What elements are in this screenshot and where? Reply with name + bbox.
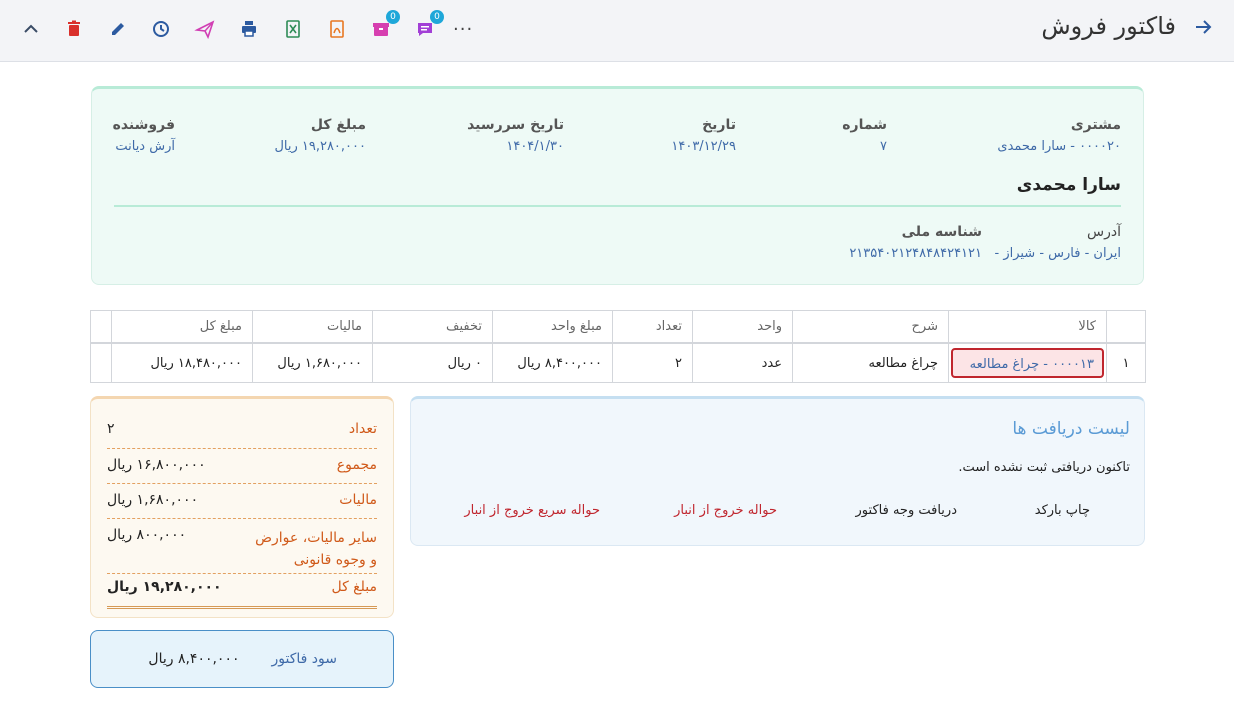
due-date-value: ۱۴۰۴/۱/۳۰ xyxy=(506,139,564,154)
tax-label: مالیات xyxy=(339,492,377,508)
total-label: مبلغ کل xyxy=(310,117,366,133)
other-label: سایر مالیات، عوارض و وجوه قانونی xyxy=(255,530,377,568)
address-label: آدرس xyxy=(1087,224,1121,240)
count-value: ۲ xyxy=(107,421,115,437)
totals-row-sum: مجموع ۱۶,۸۰۰,۰۰۰ ریال xyxy=(107,457,377,484)
invoice-header-card: مشتری ۰۰۰۰۲۰ - سارا محمدی شماره ۷ تاریخ … xyxy=(91,86,1144,285)
profit-card: سود فاکتور ۸,۴۰۰,۰۰۰ ریال xyxy=(90,630,394,688)
row-index: ۱ xyxy=(1106,342,1146,383)
description-cell: چراغ مطالعه xyxy=(792,342,949,383)
seller-label: فروشنده xyxy=(112,117,175,133)
column-header xyxy=(90,310,112,344)
pdf-icon[interactable] xyxy=(326,18,348,40)
more-button[interactable]: ... xyxy=(453,14,473,35)
column-header xyxy=(1106,310,1146,344)
number-label: شماره xyxy=(842,117,887,133)
customer-link[interactable]: ۰۰۰۰۲۰ - سارا محمدی xyxy=(997,139,1121,154)
table-row: ۱ ۰۰۰۰۱۳ - چراغ مطالعه چراغ مطالعه عدد ۲… xyxy=(90,342,1146,383)
discount-cell: ۰ ریال xyxy=(372,342,493,383)
column-header-unit-price: مبلغ واحد xyxy=(492,310,613,344)
page-title: فاکتور فروش xyxy=(1041,12,1176,40)
customer-field: مشتری ۰۰۰۰۲۰ - سارا محمدی xyxy=(997,117,1121,154)
receipts-card: لیست دریافت ها تاکنون دریافتی ثبت نشده ا… xyxy=(410,396,1145,546)
unit-cell: عدد xyxy=(692,342,793,383)
qty-cell: ۲ xyxy=(612,342,693,383)
receipts-title: لیست دریافت ها xyxy=(1012,419,1130,439)
number-field: شماره ۷ xyxy=(842,117,887,154)
tax-cell: ۱,۶۸۰,۰۰۰ ریال xyxy=(252,342,373,383)
header-divider xyxy=(114,205,1121,207)
warehouse-exit-link[interactable]: حواله خروج از انبار xyxy=(674,503,777,518)
history-icon[interactable] xyxy=(150,18,172,40)
sum-value: ۱۶,۸۰۰,۰۰۰ ریال xyxy=(107,457,206,473)
column-header-description: شرح xyxy=(792,310,949,344)
total-cell: ۱۸,۴۸۰,۰۰۰ ریال xyxy=(111,342,253,383)
profit-value: ۸,۴۰۰,۰۰۰ ریال xyxy=(148,651,240,667)
column-header-goods: کالا xyxy=(948,310,1107,344)
collapse-up-icon[interactable] xyxy=(20,18,42,40)
address-value: ایران - فارس - شیراز - xyxy=(994,246,1122,261)
date-field: تاریخ ۱۴۰۳/۱۲/۲۹ xyxy=(671,117,736,154)
message-icon[interactable]: 0 xyxy=(414,10,444,40)
edit-icon[interactable] xyxy=(107,18,129,40)
customer-name: سارا محمدی xyxy=(1016,175,1121,195)
back-arrow-icon[interactable] xyxy=(1192,16,1214,38)
national-id-label: شناسه ملی xyxy=(901,224,982,240)
column-header-unit: واحد xyxy=(692,310,793,344)
totals-row-count: تعداد ۲ xyxy=(107,421,377,449)
column-header-total: مبلغ کل xyxy=(111,310,253,344)
date-label: تاریخ xyxy=(702,117,736,133)
invoice-items-table: کالا شرح واحد تعداد مبلغ واحد تخفیف مالی… xyxy=(90,310,1146,383)
row-spacer xyxy=(90,342,112,383)
date-value: ۱۴۰۳/۱۲/۲۹ xyxy=(671,139,736,154)
other-value: ۸۰۰,۰۰۰ ریال xyxy=(107,527,187,543)
customer-label: مشتری xyxy=(1070,117,1121,133)
column-header-qty: تعداد xyxy=(612,310,693,344)
sum-label: مجموع xyxy=(336,457,377,473)
send-icon[interactable] xyxy=(194,18,216,40)
tax-value: ۱,۶۸۰,۰۰۰ ریال xyxy=(107,492,199,508)
toolbar: 0 0 ... فاکتور فروش xyxy=(0,0,1234,62)
grand-label: مبلغ کل xyxy=(331,579,377,595)
national-id-field: شناسه ملی ۲۱۳۵۴۰۲۱۲۴۸۴۸۴۲۴۱۲۱ xyxy=(849,224,982,261)
totals-row-other: سایر مالیات، عوارض و وجوه قانونی ۸۰۰,۰۰۰… xyxy=(107,527,377,574)
totals-card: تعداد ۲ مجموع ۱۶,۸۰۰,۰۰۰ ریال مالیات ۱,۶… xyxy=(90,396,394,618)
count-label: تعداد xyxy=(348,421,377,437)
number-value: ۷ xyxy=(880,139,887,154)
total-value: ۱۹,۲۸۰,۰۰۰ ریال xyxy=(274,139,366,154)
profit-label: سود فاکتور xyxy=(271,651,338,667)
quick-warehouse-exit-link[interactable]: حواله سریع خروج از انبار xyxy=(464,503,600,518)
excel-icon[interactable] xyxy=(282,18,304,40)
print-icon[interactable] xyxy=(238,18,260,40)
receipts-empty-message: تاکنون دریافتی ثبت نشده است. xyxy=(958,460,1130,475)
print-barcode-link[interactable]: چاپ بارکد xyxy=(1035,503,1090,518)
national-id-value: ۲۱۳۵۴۰۲۱۲۴۸۴۸۴۲۴۱۲۱ xyxy=(849,246,982,261)
goods-cell: ۰۰۰۰۱۳ - چراغ مطالعه xyxy=(948,342,1107,383)
delete-icon[interactable] xyxy=(63,18,85,40)
total-field: مبلغ کل ۱۹,۲۸۰,۰۰۰ ریال xyxy=(274,117,366,154)
seller-field: فروشنده آرش دیانت xyxy=(113,117,175,154)
due-date-field: تاریخ سررسید ۱۴۰۴/۱/۳۰ xyxy=(467,117,564,154)
column-header-tax: مالیات xyxy=(252,310,373,344)
message-badge: 0 xyxy=(430,10,444,24)
unit-price-cell: ۸,۴۰۰,۰۰۰ ریال xyxy=(492,342,613,383)
inventory-icon[interactable]: 0 xyxy=(370,10,400,40)
column-header-discount: تخفیف xyxy=(372,310,493,344)
totals-row-tax: مالیات ۱,۶۸۰,۰۰۰ ریال xyxy=(107,492,377,519)
seller-link[interactable]: آرش دیانت xyxy=(113,139,175,154)
address-field: آدرس ایران - فارس - شیراز - xyxy=(995,224,1122,261)
due-date-label: تاریخ سررسید xyxy=(467,117,564,133)
table-header-row: کالا شرح واحد تعداد مبلغ واحد تخفیف مالی… xyxy=(90,310,1146,344)
inventory-badge: 0 xyxy=(386,10,400,24)
grand-value: ۱۹,۲۸۰,۰۰۰ ریال xyxy=(107,579,222,595)
receive-payment-link[interactable]: دریافت وجه فاکتور xyxy=(856,503,957,518)
goods-link[interactable]: ۰۰۰۰۱۳ - چراغ مطالعه xyxy=(951,348,1104,378)
totals-row-grand: مبلغ کل ۱۹,۲۸۰,۰۰۰ ریال xyxy=(107,579,377,609)
